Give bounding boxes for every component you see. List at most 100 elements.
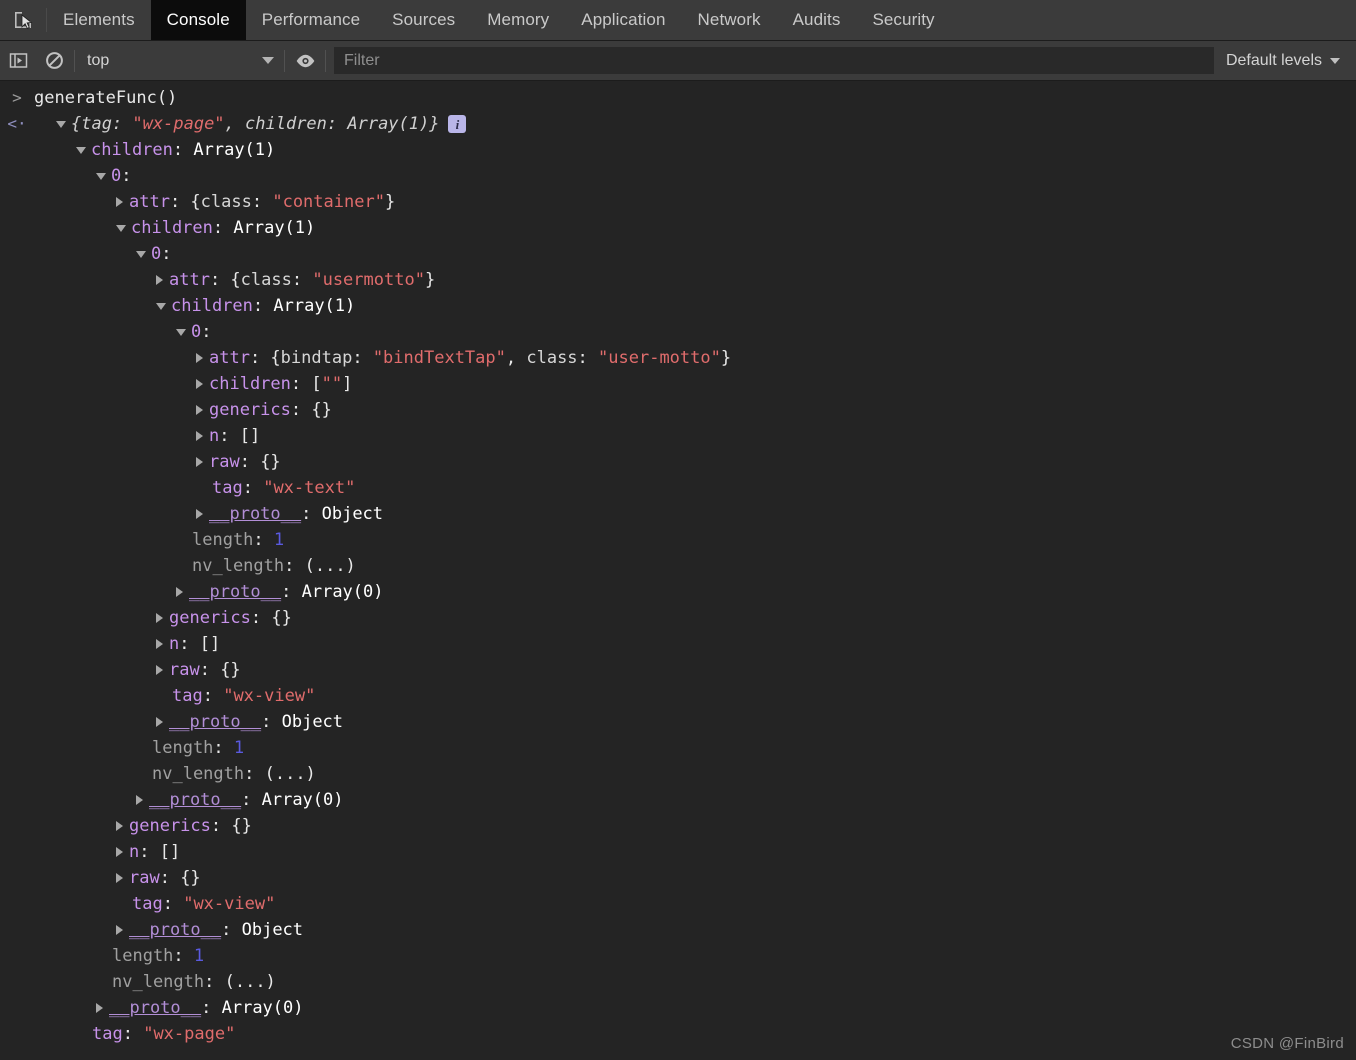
console-tree-row[interactable]: length: 1	[0, 735, 1356, 761]
tree-token: :	[577, 348, 599, 368]
tree-token: children	[91, 140, 173, 160]
tree-token: bindtap	[280, 348, 353, 368]
triangle-right-icon[interactable]	[116, 197, 123, 207]
triangle-right-icon[interactable]	[116, 925, 123, 935]
console-tree-row[interactable]: 0:	[0, 163, 1356, 189]
tree-token: : []	[179, 634, 221, 654]
console-tree-row[interactable]: length: 1	[0, 527, 1356, 553]
console-tree-row[interactable]: attr: {class: "container"}	[0, 189, 1356, 215]
triangle-down-icon[interactable]	[56, 120, 66, 128]
tree-token: __proto__	[209, 504, 302, 524]
tab-application[interactable]: Application	[565, 0, 681, 40]
info-badge-icon[interactable]: i	[448, 115, 467, 133]
triangle-down-icon[interactable]	[176, 328, 186, 336]
tree-row-content: children: Array(1)	[34, 215, 315, 241]
triangle-right-icon[interactable]	[196, 509, 203, 519]
triangle-right-icon[interactable]	[116, 873, 123, 883]
tab-memory[interactable]: Memory	[471, 0, 565, 40]
console-tree-row[interactable]: __proto__: Array(0)	[0, 579, 1356, 605]
tab-network[interactable]: Network	[682, 0, 777, 40]
triangle-down-icon[interactable]	[136, 250, 146, 258]
tab-sources[interactable]: Sources	[376, 0, 471, 40]
console-output[interactable]: > generateFunc() <· {tag: "wx-page", chil…	[0, 81, 1356, 1060]
console-tree-row[interactable]: tag: "wx-view"	[0, 683, 1356, 709]
tree-row-content: generics: {}	[34, 813, 252, 839]
tree-token: :	[173, 946, 194, 966]
tree-token: :	[201, 322, 212, 342]
triangle-right-icon[interactable]	[116, 821, 123, 831]
filter-input[interactable]	[334, 47, 1214, 74]
console-tree-row[interactable]: generics: {}	[0, 605, 1356, 631]
tab-elements[interactable]: Elements	[47, 0, 151, 40]
console-tree-row[interactable]: attr: {bindtap: "bindTextTap", class: "u…	[0, 345, 1356, 371]
triangle-down-icon[interactable]	[156, 302, 166, 310]
console-tree-row[interactable]: tag: "wx-page"	[0, 1021, 1356, 1047]
console-tree-row[interactable]: attr: {class: "usermotto"}	[0, 267, 1356, 293]
live-expression-eye-icon[interactable]	[287, 41, 323, 81]
console-tree-row[interactable]: generics: {}	[0, 813, 1356, 839]
console-tree-row[interactable]: 0:	[0, 319, 1356, 345]
tree-token: :	[253, 530, 274, 550]
log-levels-select[interactable]: Default levels	[1222, 52, 1356, 70]
tree-row-content: children: Array(1)	[34, 137, 275, 163]
triangle-right-icon[interactable]	[196, 405, 203, 415]
console-tree-row[interactable]: children: Array(1)	[0, 215, 1356, 241]
triangle-right-icon[interactable]	[156, 275, 163, 285]
console-tree-row[interactable]: nv_length: (...)	[0, 553, 1356, 579]
triangle-down-icon[interactable]	[96, 172, 106, 180]
console-tree-row[interactable]: children: Array(1)	[0, 137, 1356, 163]
console-tree-row[interactable]: tag: "wx-text"	[0, 475, 1356, 501]
console-tree-row[interactable]: children: Array(1)	[0, 293, 1356, 319]
tree-token: raw	[209, 452, 240, 472]
console-tree-row[interactable]: raw: {}	[0, 657, 1356, 683]
triangle-right-icon[interactable]	[96, 1003, 103, 1013]
clear-console-icon[interactable]	[36, 41, 72, 81]
console-tree-row[interactable]: n: []	[0, 631, 1356, 657]
console-tree-row[interactable]: generics: {}	[0, 397, 1356, 423]
console-tree-row[interactable]: raw: {}	[0, 865, 1356, 891]
tree-token: : [	[290, 374, 322, 394]
console-tree-row[interactable]: length: 1	[0, 943, 1356, 969]
execution-context-select[interactable]: top	[77, 48, 282, 74]
triangle-right-icon[interactable]	[176, 587, 183, 597]
tab-performance[interactable]: Performance	[246, 0, 376, 40]
triangle-right-icon[interactable]	[156, 613, 163, 623]
tab-security[interactable]: Security	[856, 0, 950, 40]
chevron-down-icon	[262, 57, 274, 64]
tab-audits[interactable]: Audits	[777, 0, 857, 40]
tab-label: Security	[872, 10, 935, 29]
console-tree-row[interactable]: tag: "wx-view"	[0, 891, 1356, 917]
console-tree-row[interactable]: 0:	[0, 241, 1356, 267]
console-tree-row[interactable]: <· {tag: "wx-page", children: Array(1)} i	[0, 111, 1356, 137]
console-tree-row[interactable]: __proto__: Array(0)	[0, 787, 1356, 813]
triangle-right-icon[interactable]	[196, 353, 203, 363]
triangle-right-icon[interactable]	[136, 795, 143, 805]
triangle-right-icon[interactable]	[116, 847, 123, 857]
console-tree-row[interactable]: n: []	[0, 423, 1356, 449]
triangle-right-icon[interactable]	[156, 639, 163, 649]
triangle-right-icon[interactable]	[156, 665, 163, 675]
console-tree-row[interactable]: nv_length: (...)	[0, 761, 1356, 787]
triangle-right-icon[interactable]	[196, 457, 203, 467]
tree-row-content: children: [""]	[34, 371, 352, 397]
inspect-element-icon[interactable]	[0, 0, 46, 40]
console-tree-row[interactable]: nv_length: (...)	[0, 969, 1356, 995]
console-tree-row[interactable]: __proto__: Object	[0, 709, 1356, 735]
tree-token: Object	[281, 712, 344, 732]
console-tree-row[interactable]: __proto__: Object	[0, 917, 1356, 943]
triangle-right-icon[interactable]	[196, 379, 203, 389]
console-tree-row[interactable]: children: [""]	[0, 371, 1356, 397]
tab-console[interactable]: Console	[150, 0, 246, 40]
console-tree-row[interactable]: raw: {}	[0, 449, 1356, 475]
triangle-right-icon[interactable]	[196, 431, 203, 441]
console-sidebar-toggle-icon[interactable]	[0, 41, 36, 81]
triangle-right-icon[interactable]	[156, 717, 163, 727]
triangle-down-icon[interactable]	[116, 224, 126, 232]
tree-token: }	[424, 270, 436, 290]
triangle-down-icon[interactable]	[76, 146, 86, 154]
tree-row-content: nv_length: (...)	[34, 761, 316, 787]
console-tree-row[interactable]: n: []	[0, 839, 1356, 865]
tree-token: 0	[191, 322, 202, 342]
console-tree-row[interactable]: __proto__: Object	[0, 501, 1356, 527]
console-tree-row[interactable]: __proto__: Array(0)	[0, 995, 1356, 1021]
